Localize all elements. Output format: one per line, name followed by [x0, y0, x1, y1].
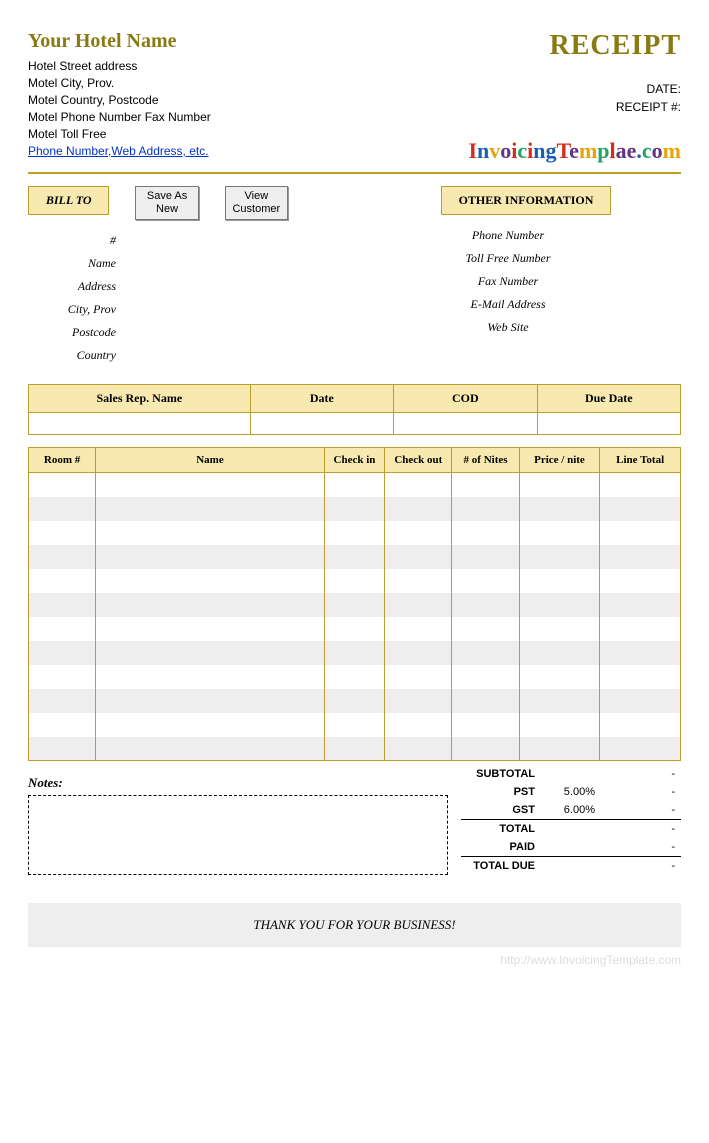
- col-checkin: Check in: [324, 448, 384, 473]
- table-row[interactable]: [29, 665, 681, 689]
- table-row[interactable]: [29, 545, 681, 569]
- billto-city-label: City, Prov: [30, 299, 120, 320]
- gst-pct: 6.00%: [541, 801, 601, 820]
- pst-pct: 5.00%: [541, 783, 601, 801]
- col-date: Date: [250, 385, 393, 413]
- receipt-number-label: RECEIPT #:: [468, 100, 681, 114]
- billto-postcode-label: Postcode: [30, 322, 120, 343]
- invoicing-template-logo: InvoicingTemplae.com: [468, 138, 681, 164]
- meta-row[interactable]: [29, 413, 681, 435]
- hotel-tollfree: Motel Toll Free: [28, 127, 211, 141]
- notes-label: Notes:: [28, 775, 448, 791]
- other-email-label: E-Mail Address: [433, 294, 583, 315]
- table-row[interactable]: [29, 713, 681, 737]
- table-row[interactable]: [29, 641, 681, 665]
- hotel-street: Hotel Street address: [28, 59, 211, 73]
- gst-label: GST: [461, 801, 541, 820]
- meta-table: Sales Rep. Name Date COD Due Date: [28, 384, 681, 435]
- hotel-city: Motel City, Prov.: [28, 76, 211, 90]
- date-label: DATE:: [468, 82, 681, 96]
- table-row[interactable]: [29, 617, 681, 641]
- hotel-name: Your Hotel Name: [28, 30, 211, 53]
- col-linetotal: Line Total: [600, 448, 681, 473]
- total-label: TOTAL: [461, 820, 541, 839]
- gst-value: -: [601, 801, 681, 820]
- hotel-info: Your Hotel Name Hotel Street address Mot…: [28, 30, 211, 158]
- bill-to-fields: # Name Address City, Prov Postcode Count…: [28, 228, 132, 368]
- paid-label: PAID: [461, 838, 541, 857]
- table-row[interactable]: [29, 497, 681, 521]
- hotel-web-link[interactable]: Phone Number,Web Address, etc.: [28, 144, 211, 158]
- other-fax-label: Fax Number: [433, 271, 583, 292]
- total-value: -: [601, 820, 681, 839]
- hotel-country: Motel Country, Postcode: [28, 93, 211, 107]
- col-price: Price / nite: [519, 448, 600, 473]
- bill-to-heading: BILL TO: [28, 186, 109, 215]
- table-row[interactable]: [29, 473, 681, 497]
- table-row[interactable]: [29, 593, 681, 617]
- col-room: Room #: [29, 448, 96, 473]
- col-nites: # of Nites: [452, 448, 519, 473]
- col-salesrep: Sales Rep. Name: [29, 385, 251, 413]
- other-phone-label: Phone Number: [433, 225, 583, 246]
- col-duedate: Due Date: [537, 385, 680, 413]
- table-row[interactable]: [29, 689, 681, 713]
- watermark: http://www.InvoicingTemplate.com: [28, 953, 681, 967]
- billto-id-label: #: [30, 230, 120, 251]
- save-as-new-button[interactable]: Save As New: [135, 186, 198, 220]
- billto-country-label: Country: [30, 345, 120, 366]
- divider: [28, 172, 681, 174]
- hotel-phone: Motel Phone Number Fax Number: [28, 110, 211, 124]
- subtotal-value: -: [601, 765, 681, 783]
- other-info-heading: OTHER INFORMATION: [441, 186, 611, 215]
- table-row[interactable]: [29, 521, 681, 545]
- due-value: -: [601, 857, 681, 876]
- other-tollfree-label: Toll Free Number: [433, 248, 583, 269]
- table-row[interactable]: [29, 737, 681, 761]
- paid-value: -: [601, 838, 681, 857]
- footer-thanks: THANK YOU FOR YOUR BUSINESS!: [28, 903, 681, 947]
- col-checkout: Check out: [385, 448, 452, 473]
- pst-label: PST: [461, 783, 541, 801]
- pst-value: -: [601, 783, 681, 801]
- billto-name-label: Name: [30, 253, 120, 274]
- table-row[interactable]: [29, 569, 681, 593]
- items-table: Room # Name Check in Check out # of Nite…: [28, 447, 681, 761]
- receipt-title: RECEIPT: [468, 30, 681, 62]
- notes-input[interactable]: [28, 795, 448, 875]
- other-web-label: Web Site: [433, 317, 583, 338]
- billto-address-label: Address: [30, 276, 120, 297]
- other-info-fields: Phone Number Toll Free Number Fax Number…: [431, 223, 585, 340]
- subtotal-label: SUBTOTAL: [461, 765, 541, 783]
- col-name: Name: [96, 448, 325, 473]
- view-customer-button[interactable]: View Customer: [225, 186, 288, 220]
- due-label: TOTAL DUE: [461, 857, 541, 876]
- col-cod: COD: [394, 385, 537, 413]
